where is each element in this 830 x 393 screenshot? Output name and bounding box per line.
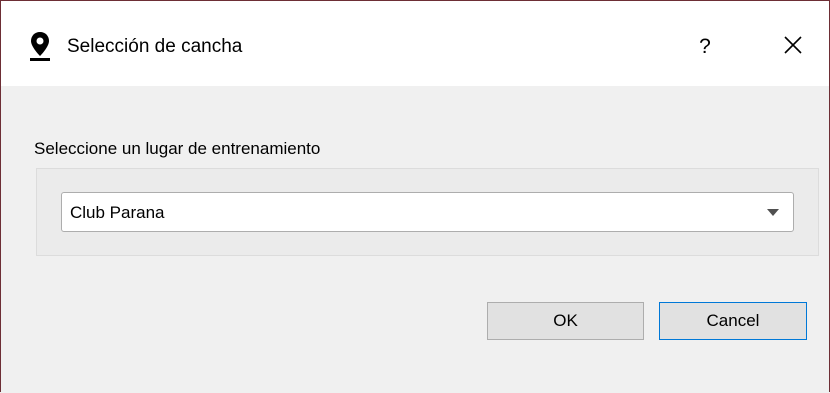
title-bar[interactable]: Selección de cancha ? bbox=[1, 1, 829, 86]
dialog-title: Selección de cancha bbox=[67, 36, 243, 57]
close-icon bbox=[783, 35, 803, 60]
ok-button[interactable]: OK bbox=[487, 302, 644, 340]
location-select-value: Club Parana bbox=[70, 203, 165, 222]
chevron-down-icon[interactable] bbox=[767, 209, 779, 216]
selection-group: Club Parana bbox=[36, 168, 819, 256]
location-select[interactable]: Club Parana bbox=[61, 192, 794, 232]
cancel-button[interactable]: Cancel bbox=[659, 302, 807, 340]
close-button[interactable] bbox=[765, 23, 821, 71]
dialog-window: Selección de cancha ? Seleccione un luga… bbox=[0, 0, 830, 393]
prompt-label: Seleccione un lugar de entrenamiento bbox=[34, 139, 321, 158]
help-button[interactable]: ? bbox=[677, 23, 733, 71]
map-pin-icon bbox=[29, 31, 51, 61]
dialog-body: Seleccione un lugar de entrenamiento Clu… bbox=[1, 86, 829, 393]
